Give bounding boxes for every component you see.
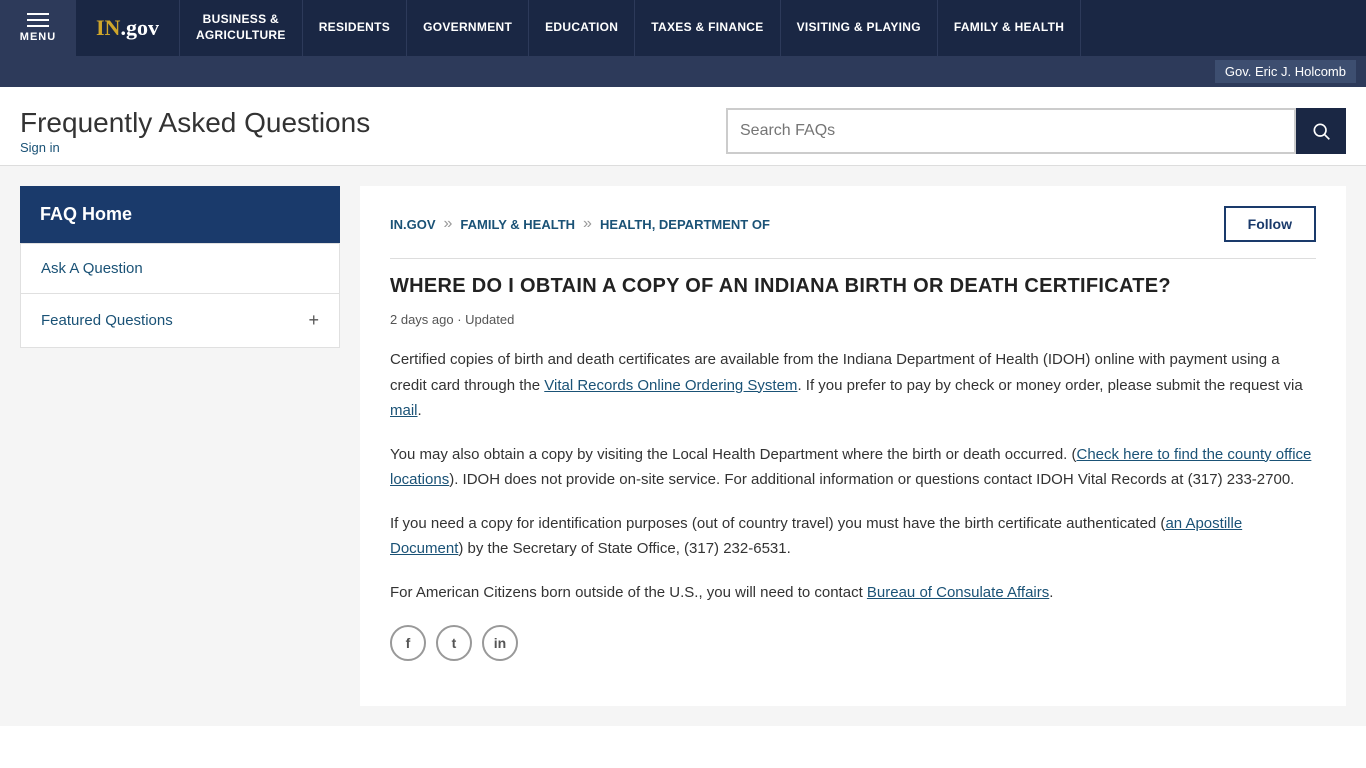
gov-name: Gov. Eric J. Holcomb (1215, 60, 1356, 83)
sidebar-ask-label: Ask A Question (41, 260, 143, 277)
question-title: WHERE DO I OBTAIN A COPY OF AN INDIANA B… (390, 275, 1316, 298)
nav-item-residents[interactable]: RESIDENTS (303, 0, 407, 56)
main-container: FAQ Home Ask A Question Featured Questio… (0, 166, 1366, 726)
nav-items: BUSINESS & AGRICULTURE RESIDENTS GOVERNM… (180, 0, 1366, 56)
sidebar-menu: Ask A Question Featured Questions + (20, 243, 340, 348)
p4-after1: . (1049, 584, 1053, 601)
question-meta: 2 days ago · Updated (390, 312, 1316, 327)
nav-item-government[interactable]: GOVERNMENT (407, 0, 529, 56)
nav-item-business[interactable]: BUSINESS & AGRICULTURE (180, 0, 303, 56)
sidebar-featured-label: Featured Questions (41, 312, 173, 329)
gov-bar: Gov. Eric J. Holcomb (0, 56, 1366, 87)
breadcrumb: IN.GOV » FAMILY & HEALTH » HEALTH, DEPAR… (390, 206, 1316, 259)
twitter-icon[interactable]: t (436, 625, 472, 661)
sign-in-link[interactable]: Sign in (20, 140, 60, 155)
sidebar-item-ask[interactable]: Ask A Question (21, 244, 339, 294)
sidebar-item-featured[interactable]: Featured Questions + (21, 294, 339, 347)
linkedin-icon[interactable]: in (482, 625, 518, 661)
nav-item-family[interactable]: FAMILY & HEALTH (938, 0, 1081, 56)
p3-before: If you need a copy for identification pu… (390, 515, 1165, 532)
search-input[interactable] (726, 108, 1296, 154)
content-paragraph-3: If you need a copy for identification pu… (390, 511, 1316, 562)
header-left: Frequently Asked Questions Sign in (20, 107, 370, 155)
logo-area: IN.gov (76, 0, 180, 56)
facebook-icon[interactable]: f (390, 625, 426, 661)
breadcrumb-sep-2: » (583, 215, 592, 233)
top-nav: MENU IN.gov BUSINESS & AGRICULTURE RESID… (0, 0, 1366, 87)
sidebar-faq-home[interactable]: FAQ Home (20, 186, 340, 243)
breadcrumb-family[interactable]: FAMILY & HEALTH (460, 217, 575, 232)
logo: IN.gov (96, 15, 159, 41)
search-area (726, 108, 1346, 154)
nav-item-taxes[interactable]: TAXES & FINANCE (635, 0, 780, 56)
content-area: IN.GOV » FAMILY & HEALTH » HEALTH, DEPAR… (360, 186, 1346, 706)
breadcrumb-sep-1: » (444, 215, 453, 233)
social-icons: f t in (390, 625, 1316, 661)
nav-item-education[interactable]: EDUCATION (529, 0, 635, 56)
content-paragraph-2: You may also obtain a copy by visiting t… (390, 442, 1316, 493)
hamburger-line-3 (27, 25, 49, 27)
breadcrumb-ingov[interactable]: IN.GOV (390, 217, 436, 232)
p1-link1[interactable]: Vital Records Online Ordering System (544, 377, 797, 394)
p3-after1: ) by the Secretary of State Office, (317… (458, 540, 790, 557)
expand-icon: + (308, 310, 319, 331)
page-header: Frequently Asked Questions Sign in (0, 87, 1366, 166)
content-paragraph-4: For American Citizens born outside of th… (390, 580, 1316, 606)
page-title: Frequently Asked Questions (20, 107, 370, 139)
p1-link2[interactable]: mail (390, 402, 418, 419)
follow-button[interactable]: Follow (1224, 206, 1316, 242)
breadcrumb-left: IN.GOV » FAMILY & HEALTH » HEALTH, DEPAR… (390, 215, 770, 233)
search-button[interactable] (1296, 108, 1346, 154)
hamburger-line-1 (27, 13, 49, 15)
search-icon (1311, 121, 1331, 141)
hamburger-line-2 (27, 19, 49, 21)
p2-before: You may also obtain a copy by visiting t… (390, 446, 1077, 463)
breadcrumb-health[interactable]: HEALTH, DEPARTMENT OF (600, 217, 770, 232)
p2-after1: ). IDOH does not provide on-site service… (449, 471, 1294, 488)
p1-after1: . If you prefer to pay by check or money… (797, 377, 1302, 394)
menu-button[interactable]: MENU (0, 0, 76, 56)
menu-label: MENU (20, 31, 56, 43)
content-paragraph-1: Certified copies of birth and death cert… (390, 347, 1316, 424)
p4-link1[interactable]: Bureau of Consulate Affairs (867, 584, 1049, 601)
sidebar: FAQ Home Ask A Question Featured Questio… (20, 186, 340, 706)
nav-item-visiting[interactable]: VISITING & PLAYING (781, 0, 938, 56)
p4-before: For American Citizens born outside of th… (390, 584, 867, 601)
logo-in: IN (96, 15, 120, 40)
p1-after2: . (418, 402, 422, 419)
